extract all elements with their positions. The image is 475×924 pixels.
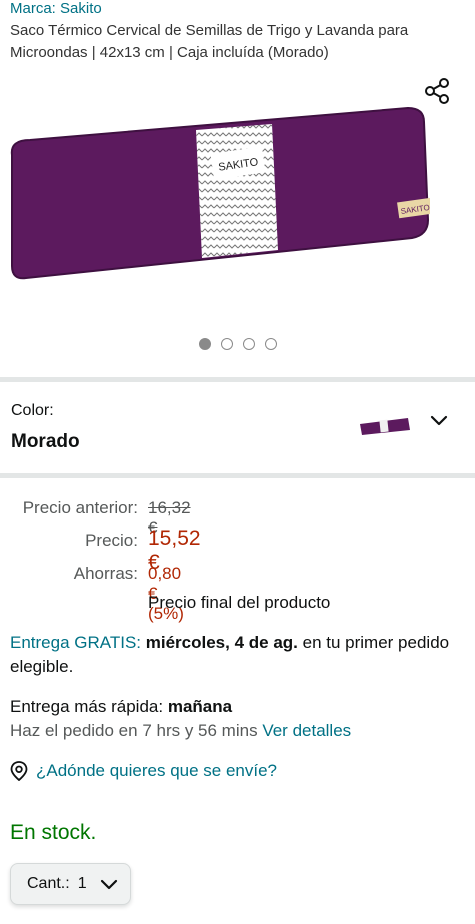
carousel-dot[interactable] (220, 338, 233, 350)
color-swatch[interactable] (358, 416, 412, 436)
carousel-dot[interactable] (242, 338, 255, 350)
previous-price-label: Precio anterior: (22, 498, 138, 517)
savings-label: Ahorras: (73, 564, 138, 583)
chevron-down-icon[interactable] (430, 414, 448, 428)
color-value: Morado (11, 431, 80, 452)
location-link-text[interactable]: ¿Adónde quieres que se envíe? (36, 761, 277, 781)
location-pin-icon (10, 761, 28, 781)
delivery-location-link[interactable]: ¿Adónde quieres que se envíe? (10, 761, 277, 781)
color-label: Color: (11, 402, 54, 419)
fastest-delivery-label: Entrega más rápida: (10, 697, 164, 716)
fastest-delivery: Entrega más rápida: mañana Haz el pedido… (10, 695, 460, 743)
product-image[interactable]: SAKITO SAKITO (10, 100, 430, 290)
section-divider (0, 377, 475, 382)
stock-status: En stock. (10, 821, 97, 844)
brand-link[interactable]: Marca: Sakito (10, 0, 102, 17)
quantity-label: Cant.: (27, 875, 70, 892)
fastest-delivery-day: mañana (167, 697, 233, 716)
final-price-note: Precio final del producto (148, 593, 331, 612)
quantity-select[interactable]: Cant.: 1 (10, 863, 131, 905)
order-within-text: Haz el pedido en 7 hrs y 56 mins (10, 721, 258, 740)
carousel-dot[interactable] (264, 338, 277, 350)
see-details-link[interactable]: Ver detalles (262, 721, 351, 740)
quantity-value: 1 (77, 875, 87, 892)
product-title: Saco Térmico Cervical de Semillas de Tri… (10, 22, 409, 61)
free-delivery-link[interactable]: Entrega GRATIS: (10, 633, 141, 652)
delivery-date: miércoles, 4 de ag. (145, 633, 298, 652)
price-label: Precio: (85, 531, 138, 550)
chevron-down-icon (100, 879, 118, 890)
carousel-dot[interactable] (198, 338, 211, 350)
carousel-dots (0, 338, 475, 352)
section-divider (0, 473, 475, 478)
delivery-info: Entrega GRATIS: miércoles, 4 de ag. en t… (10, 631, 450, 679)
